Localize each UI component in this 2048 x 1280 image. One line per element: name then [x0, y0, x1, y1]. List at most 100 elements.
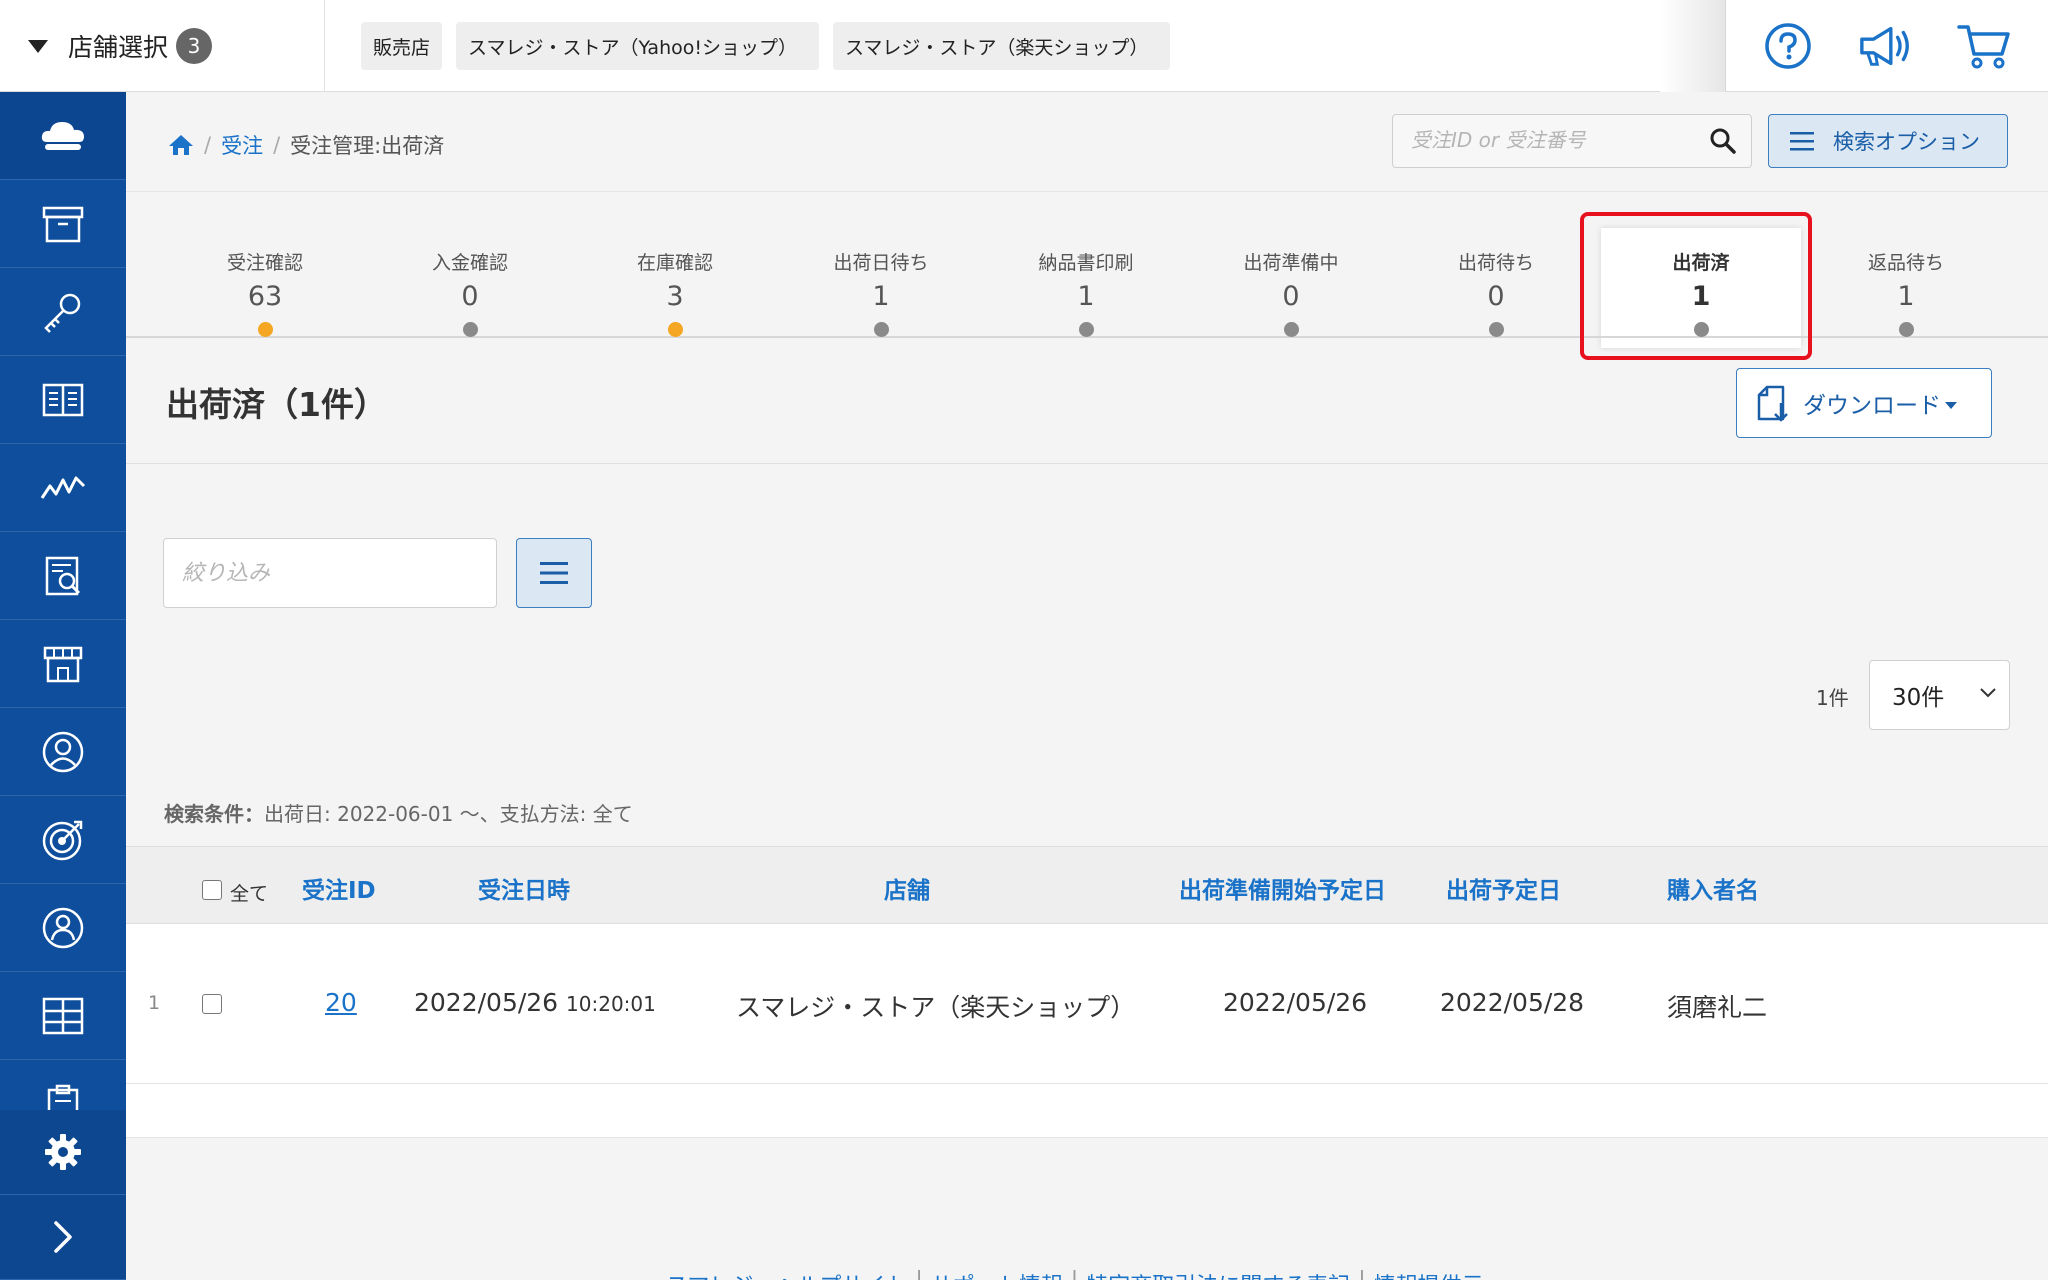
sidebar-expand-button[interactable]: [0, 1195, 126, 1280]
report-icon: [45, 556, 81, 595]
top-bar-icons: [1760, 18, 2012, 74]
sidebar-item-analytics[interactable]: [0, 444, 126, 532]
status-step-invoice-print[interactable]: 納品書印刷 1: [1001, 248, 1171, 337]
store-icon: [43, 646, 83, 682]
step-dot: [257, 322, 273, 337]
step-dot: [1488, 322, 1504, 337]
selected-store-chips: 販売店 スマレジ・ストア（Yahoo!ショップ） スマレジ・ストア（楽天ショップ…: [361, 22, 1171, 70]
sidebar-item-clipboard[interactable]: [0, 1082, 126, 1112]
status-step-order-confirm[interactable]: 受注確認 63: [180, 248, 350, 337]
table-header: 全て 受注ID 受注日時 店舗 出荷準備開始予定日 出荷予定日 購入者名: [126, 846, 2048, 924]
footer-separator: |: [1358, 1268, 1365, 1280]
sidebar-item-cloud[interactable]: [0, 92, 126, 180]
column-header-store[interactable]: 店舗: [884, 871, 930, 905]
search-options-button[interactable]: 検索オプション: [1768, 114, 2008, 168]
breadcrumb-link-orders[interactable]: 受注: [221, 130, 263, 160]
step-label: 受注確認: [226, 252, 303, 274]
step-label: 入金確認: [431, 252, 508, 274]
footer-link-help[interactable]: スマレジ・ヘルプサイト: [666, 1268, 907, 1280]
caret-down-icon: [1945, 401, 1957, 409]
member-icon: [42, 907, 84, 948]
status-step-preparing-shipment[interactable]: 出荷準備中 0: [1206, 248, 1376, 337]
status-step-payment-confirm[interactable]: 入金確認 0: [385, 248, 555, 337]
search-conditions: 検索条件：出荷日: 2022-06-01 〜、支払方法: 全て: [164, 798, 633, 827]
column-header-order-id[interactable]: 受注ID: [302, 871, 376, 905]
status-step-stock-confirm[interactable]: 在庫確認 3: [590, 248, 760, 337]
settings-icon: [45, 1134, 81, 1170]
status-step-awaiting-shipment[interactable]: 出荷待ち 0: [1411, 248, 1581, 337]
order-search-input[interactable]: [1393, 115, 1693, 165]
store-chip[interactable]: スマレジ・ストア（楽天ショップ）: [833, 22, 1171, 70]
step-label: 返品待ち: [1867, 252, 1944, 274]
select-all: 全て: [202, 873, 268, 906]
key-icon: [44, 293, 81, 333]
title-row: 出荷済（1件） ダウンロード: [126, 338, 2048, 464]
footer-link-support[interactable]: サポート情報: [931, 1268, 1063, 1280]
step-label: 出荷準備中: [1243, 252, 1339, 274]
menu-icon: [540, 562, 568, 584]
column-header-prep-start-date[interactable]: 出荷準備開始予定日: [1179, 871, 1386, 905]
step-count: 1: [1077, 281, 1095, 312]
select-all-checkbox[interactable]: [202, 879, 222, 900]
filter-input[interactable]: [163, 538, 497, 608]
sidebar-item-key[interactable]: [0, 268, 126, 356]
home-icon[interactable]: [168, 133, 194, 157]
order-search-box: [1392, 114, 1752, 168]
sidebar-item-user[interactable]: [0, 708, 126, 796]
status-step-awaiting-ship-date[interactable]: 出荷日待ち 1: [796, 248, 966, 337]
sidebar-item-member[interactable]: [0, 884, 126, 972]
step-label: 出荷待ち: [1457, 252, 1534, 274]
breadcrumb-separator: /: [273, 133, 281, 157]
conditions-label: 検索条件：: [164, 802, 264, 826]
download-label: ダウンロード: [1803, 393, 1941, 419]
clipboard-icon: [47, 1084, 79, 1112]
chevron-down-icon: [1980, 688, 1996, 698]
help-icon[interactable]: [1760, 18, 1816, 74]
sidebar-item-grid[interactable]: [0, 972, 126, 1060]
footer-link-legal[interactable]: 特定商取引法に関する表記: [1086, 1268, 1350, 1280]
top-bar-divider: [1660, 0, 1726, 92]
sidebar-item-store[interactable]: [0, 620, 126, 708]
chevron-right-icon: [54, 1221, 72, 1253]
conditions-text: 出荷日: 2022-06-01 〜、支払方法: 全て: [264, 802, 633, 826]
per-page-select[interactable]: 30件: [1869, 660, 2010, 730]
sidebar: [0, 92, 126, 1280]
column-header-order-date[interactable]: 受注日時: [478, 871, 570, 905]
announcement-icon[interactable]: [1858, 18, 1914, 74]
sidebar-item-book[interactable]: [0, 356, 126, 444]
per-page-value: 30件: [1892, 685, 1945, 711]
target-icon: [42, 820, 83, 860]
step-dot: [873, 322, 889, 337]
column-header-ship-date[interactable]: 出荷予定日: [1446, 871, 1561, 905]
store-chip[interactable]: スマレジ・ストア（Yahoo!ショップ）: [456, 22, 819, 70]
analytics-icon: [40, 476, 86, 499]
store-select-dropdown[interactable]: 店舗選択 3: [0, 0, 325, 92]
store-chip[interactable]: 販売店: [361, 22, 443, 70]
footer-link-provider[interactable]: 情報提供元: [1374, 1268, 1484, 1280]
step-count: 0: [461, 281, 479, 312]
table-row[interactable]: 1 20 2022/05/26 10:20:01 スマレジ・ストア（楽天ショップ…: [126, 924, 2048, 1084]
column-menu-button[interactable]: [516, 538, 592, 608]
search-icon[interactable]: [1709, 127, 1737, 155]
sidebar-item-archive[interactable]: [0, 180, 126, 268]
sidebar-item-report[interactable]: [0, 532, 126, 620]
order-id-link[interactable]: 20: [325, 988, 357, 1017]
grid-icon: [42, 997, 84, 1034]
status-step-awaiting-return[interactable]: 返品待ち 1: [1821, 248, 1991, 337]
table-empty-area: [126, 1084, 2048, 1138]
sidebar-bottom: [0, 1110, 126, 1280]
step-count: 1: [1897, 281, 1915, 312]
step-count: 0: [1487, 281, 1505, 312]
sidebar-item-settings[interactable]: [0, 1110, 126, 1195]
download-button[interactable]: ダウンロード: [1736, 368, 1992, 438]
order-datetime: 2022/05/26 10:20:01: [414, 988, 656, 1017]
status-step-shipped[interactable]: 出荷済 1: [1616, 248, 1786, 337]
row-checkbox[interactable]: [202, 994, 222, 1014]
step-count: 3: [666, 281, 684, 312]
breadcrumb-current: 受注管理:出荷済: [290, 134, 445, 158]
column-header-buyer-name[interactable]: 購入者名: [1667, 871, 1759, 905]
sidebar-item-target[interactable]: [0, 796, 126, 884]
order-date: 2022/05/26: [414, 988, 559, 1017]
cart-icon[interactable]: [1956, 18, 2012, 74]
step-dot: [667, 322, 683, 337]
